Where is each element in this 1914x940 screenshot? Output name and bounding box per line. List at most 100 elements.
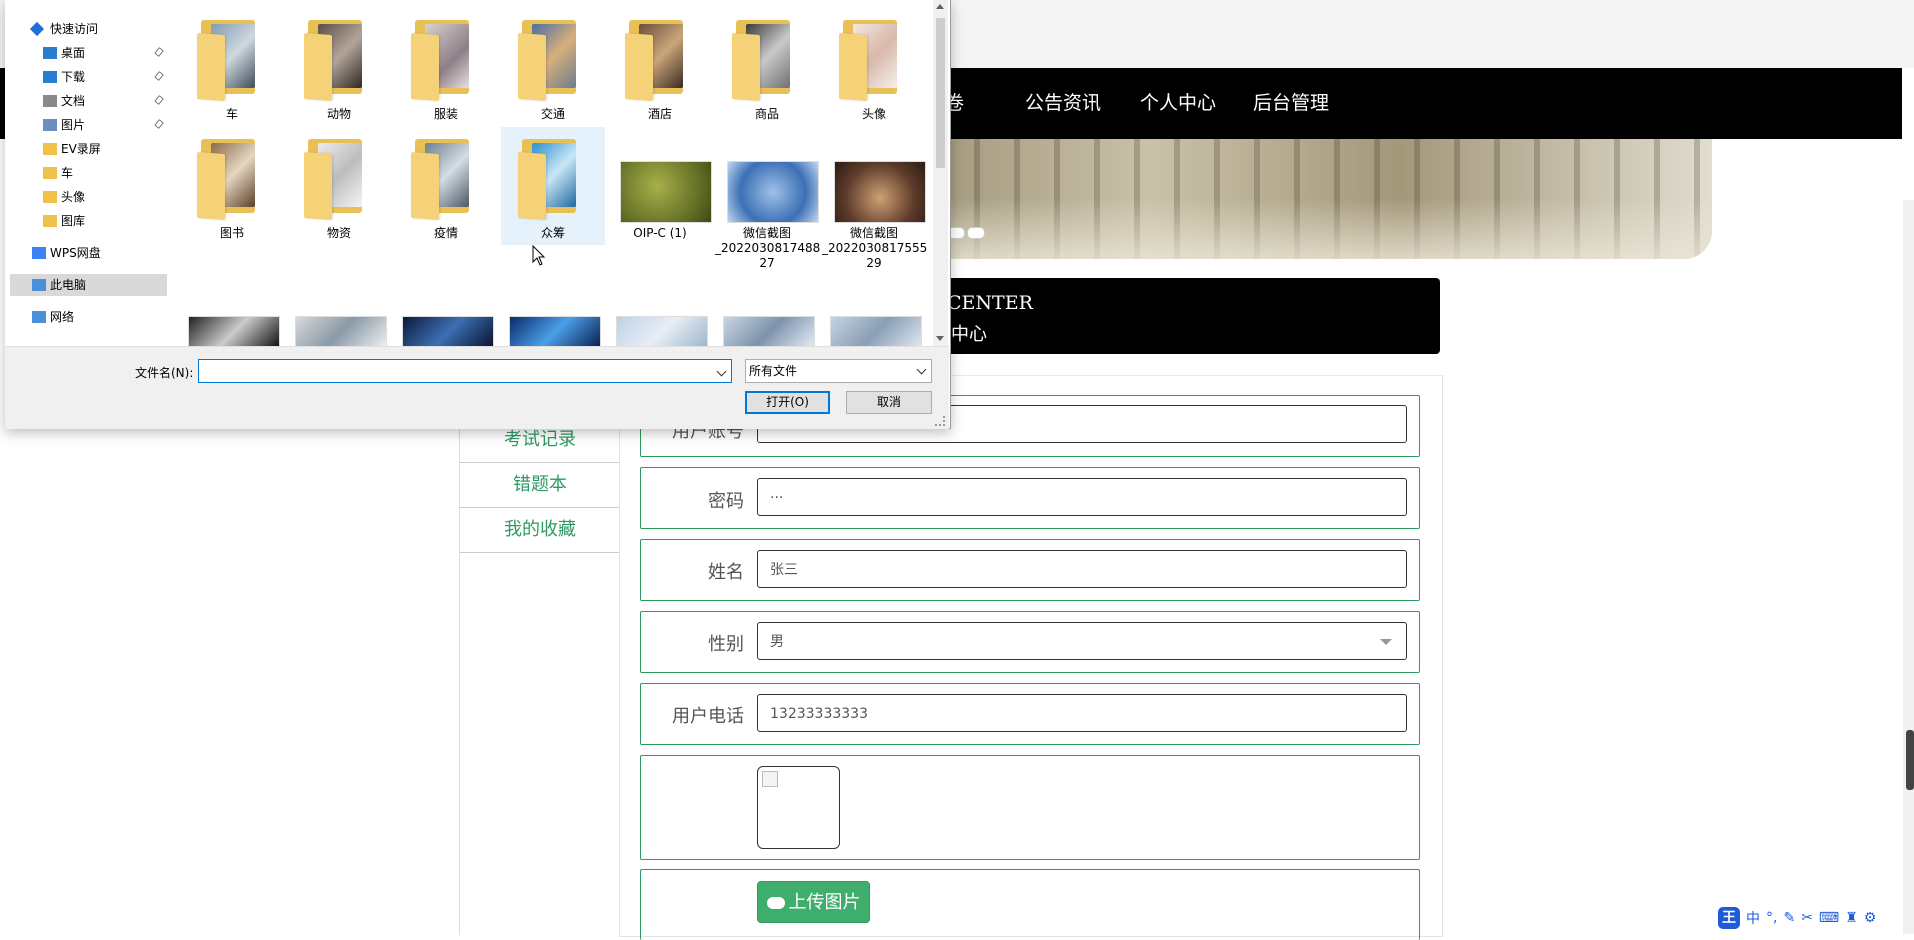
file-item-folder[interactable]: 服装 <box>394 8 498 126</box>
desktop-icon <box>43 47 57 59</box>
file-item-folder[interactable]: 酒店 <box>608 8 712 126</box>
nav-item-admin[interactable]: 后台管理 <box>1253 68 1329 139</box>
folder-icon <box>625 20 691 101</box>
punctuation-icon[interactable]: °, <box>1766 910 1777 926</box>
ime-mode[interactable]: 中 <box>1746 908 1760 928</box>
nav-pane-item[interactable]: 下载 <box>10 66 167 88</box>
dialog-scrollbar-thumb[interactable] <box>936 18 945 168</box>
file-item-folder[interactable]: 疫情 <box>394 127 498 245</box>
file-item-label: 微信截图 <box>742 226 791 240</box>
filetype-value: 所有文件 <box>749 364 798 378</box>
file-item-folder[interactable]: 车 <box>180 8 284 126</box>
ime-toolbar: 王 中 °, ✎ ✂ ⌨ ♜ ⚙ <box>1718 906 1876 930</box>
file-item-folder[interactable]: 众筹 <box>501 127 605 245</box>
shirt-icon[interactable]: ♜ <box>1845 910 1858 926</box>
file-item-folder[interactable]: 头像 <box>822 8 926 126</box>
broken-image-icon <box>762 771 778 787</box>
image-thumbnail[interactable] <box>616 316 708 347</box>
download-icon <box>43 71 57 83</box>
ime-logo[interactable]: 王 <box>1718 907 1740 929</box>
nav-pane-item[interactable]: EV录屏 <box>10 138 167 160</box>
sidebar-item-favorites[interactable]: 我的收藏 <box>460 508 620 553</box>
name-input[interactable]: 张三 <box>757 550 1407 588</box>
gender-select[interactable]: 男 <box>757 622 1407 660</box>
password-input[interactable]: ··· <box>757 478 1407 516</box>
nav-pane-item-label: WPS网盘 <box>50 246 101 260</box>
nav-pane-item-label: 下载 <box>61 70 86 84</box>
file-item-image[interactable]: 微信截图 _2022030817555 29 <box>822 127 927 277</box>
network-icon <box>32 311 46 323</box>
scroll-down-arrow-icon[interactable] <box>936 336 944 341</box>
folder-icon <box>732 20 798 101</box>
file-item-label: 服装 <box>433 107 458 121</box>
nav-pane-item[interactable]: 文档 <box>10 90 167 112</box>
gear-icon[interactable]: ⚙ <box>1864 910 1877 926</box>
image-thumbnail[interactable] <box>509 316 601 347</box>
filetype-select[interactable]: 所有文件 <box>745 359 932 383</box>
gender-value: 男 <box>770 634 784 650</box>
folder-icon <box>43 167 57 179</box>
image-thumbnail[interactable] <box>402 316 494 347</box>
chevron-down-icon[interactable] <box>716 366 727 377</box>
image-thumbnail <box>727 161 819 223</box>
folder-icon <box>197 139 263 220</box>
open-button[interactable]: 打开(O) <box>745 391 830 414</box>
cancel-button[interactable]: 取消 <box>846 391 932 414</box>
folder-icon <box>518 20 584 101</box>
pen-icon[interactable]: ✎ <box>1783 910 1795 926</box>
nav-pane-item[interactable]: 桌面 <box>10 42 167 64</box>
file-item-label: 头像 <box>861 107 886 121</box>
nav-pane-item-label: 头像 <box>61 190 86 204</box>
dialog-nav-pane: 快速访问桌面下载文档 图片 EV录屏车头像图库 WPS网盘此电脑网络 <box>5 0 167 346</box>
file-item-folder[interactable]: 商品 <box>715 8 819 126</box>
nav-item-personal-center[interactable]: 个人中心 <box>1140 68 1216 139</box>
computer-icon <box>32 279 46 291</box>
nav-pane-item[interactable]: 此电脑 <box>10 274 167 296</box>
phone-input[interactable]: 13233333333 <box>757 694 1407 732</box>
sidebar-item-wrong-questions[interactable]: 错题本 <box>460 463 620 508</box>
banner-dot[interactable] <box>967 227 985 239</box>
image-thumbnail[interactable] <box>723 316 815 347</box>
file-item-label: 29 <box>866 256 882 270</box>
file-item-image[interactable]: 微信截图 _2022030817488 27 <box>715 127 820 277</box>
star-icon <box>29 21 45 37</box>
keyboard-icon[interactable]: ⌨ <box>1819 910 1839 926</box>
chevron-down-icon <box>1380 639 1392 645</box>
file-item-folder[interactable]: 动物 <box>287 8 391 126</box>
nav-pane-item[interactable]: 网络 <box>10 306 167 328</box>
upload-image-button[interactable]: 上传图片 <box>757 881 870 923</box>
nav-pane-item[interactable]: 图库 <box>10 210 167 232</box>
nav-pane-item[interactable]: WPS网盘 <box>10 242 167 264</box>
folder-icon <box>43 215 57 227</box>
nav-pane-item[interactable]: 快速访问 <box>10 18 167 40</box>
page-scrollbar[interactable] <box>1903 200 1914 934</box>
chevron-down-icon <box>916 364 927 375</box>
file-item-label: 交通 <box>540 107 565 121</box>
image-thumbnail[interactable] <box>830 316 922 347</box>
nav-pane-item[interactable]: 头像 <box>10 186 167 208</box>
center-title-en: CENTER <box>947 292 1033 314</box>
file-item-label: 疫情 <box>433 226 458 240</box>
phone-label: 用户电话 <box>672 706 744 727</box>
folder-icon <box>304 139 370 220</box>
document-icon <box>43 95 57 107</box>
nav-pane-item[interactable]: 图片 <box>10 114 167 136</box>
file-item-image[interactable]: OIP-C (1) <box>608 127 712 245</box>
image-thumbnail[interactable] <box>188 316 280 347</box>
image-thumbnail <box>620 161 712 223</box>
file-item-folder[interactable]: 物资 <box>287 127 391 245</box>
nav-pane-item-label: 桌面 <box>61 46 86 60</box>
file-item-folder[interactable]: 图书 <box>180 127 284 245</box>
page-scrollbar-thumb[interactable] <box>1906 730 1914 790</box>
resize-grip-icon[interactable] <box>935 416 945 426</box>
file-item-label: 众筹 <box>540 226 565 240</box>
file-item-folder[interactable]: 交通 <box>501 8 605 126</box>
scroll-up-arrow-icon[interactable] <box>936 4 944 9</box>
nav-item-news[interactable]: 公告资讯 <box>1025 68 1101 139</box>
image-thumbnail[interactable] <box>295 316 387 347</box>
scissors-icon[interactable]: ✂ <box>1801 910 1813 926</box>
gender-label: 性别 <box>708 634 744 655</box>
file-item-label: OIP-C (1) <box>633 226 687 240</box>
filename-input[interactable] <box>198 359 732 383</box>
nav-pane-item[interactable]: 车 <box>10 162 167 184</box>
